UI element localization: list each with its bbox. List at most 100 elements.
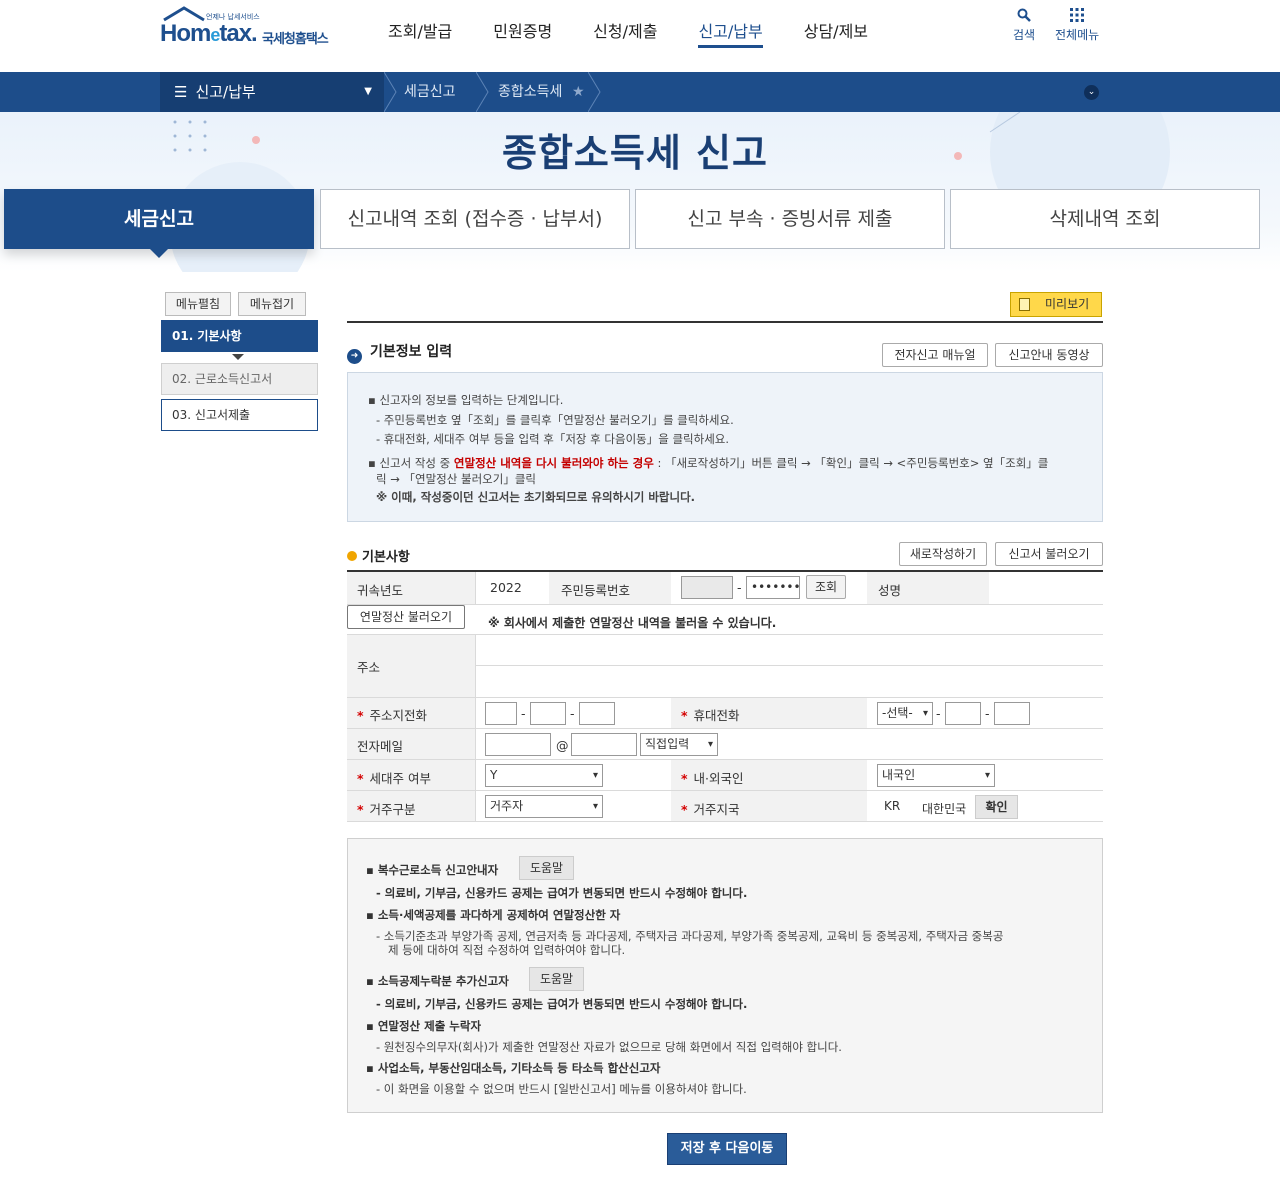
residence-label: * 거주구분 — [357, 802, 416, 817]
tab-report-history[interactable]: 신고내역 조회 (접수증 · 납부서) — [320, 189, 630, 249]
form-row-divider — [347, 821, 1103, 822]
all-menu-button[interactable]: 전체메뉴 — [1055, 8, 1099, 43]
breadcrumb-separator-icon — [588, 72, 601, 112]
page-title: 종합소득세 신고 — [502, 131, 768, 175]
load-yearend-settlement-button[interactable]: 연말정산 불러오기 — [347, 605, 465, 629]
notice-detail: 제 등에 대하여 직접 수정하여 입력하여야 합니다. — [388, 943, 626, 957]
home-phone-1-field[interactable] — [485, 702, 517, 725]
dash-label: - — [570, 706, 575, 721]
tab-bar: 세금신고 신고내역 조회 (접수증 · 납부서) 신고 부속 · 증빙서류 제출… — [4, 189, 1260, 249]
householder-label: * 세대주 여부 — [357, 771, 432, 786]
help-button-multiple-income[interactable]: 도움말 — [519, 856, 574, 880]
nav-certificates[interactable]: 민원증명 — [493, 18, 552, 48]
active-tab-pointer — [150, 249, 168, 258]
logo-subtitle: 국세청홈택스 — [262, 32, 329, 47]
householder-select[interactable]: Y ▾ — [485, 764, 603, 787]
notice-heading: ▪ 소득·세액공제를 과다하게 공제하여 연말정산한 자 — [366, 908, 621, 922]
notice-detail: - 원천징수의무자(회사)가 제출한 연말정산 자료가 없으므로 당해 화면에서… — [376, 1040, 842, 1054]
caret-down-icon: ▼ — [364, 86, 372, 97]
residence-country-label: * 거주지국 — [681, 802, 740, 817]
rrn-label: 주민등록번호 — [561, 583, 631, 598]
email-domain-field[interactable] — [571, 733, 637, 756]
breadcrumb-main-label: 신고/납부 — [195, 83, 256, 101]
rrn-dash: - — [737, 580, 742, 595]
mobile-prefix-select[interactable]: -선택- ▾ — [877, 702, 933, 725]
nav-report-pay[interactable]: 신고/납부 — [698, 18, 763, 48]
notice-detail: - 의료비, 기부금, 신용카드 공제는 급여가 변동되면 반드시 수정해야 합… — [376, 997, 748, 1011]
home-phone-2-field[interactable] — [530, 702, 566, 725]
mobile-label: * 휴대전화 — [681, 708, 740, 723]
chevron-down-icon: ▾ — [922, 708, 928, 719]
new-report-button[interactable]: 새로작성하기 — [899, 542, 987, 566]
menu-collapse-button[interactable]: 메뉴접기 — [238, 292, 306, 316]
dash-label: - — [521, 706, 526, 721]
expand-breadcrumb-icon[interactable]: ⌄ — [1084, 85, 1099, 100]
tab-tax-report[interactable]: 세금신고 — [4, 189, 314, 249]
search-button[interactable]: 검색 — [1013, 8, 1035, 43]
load-report-button[interactable]: 신고서 불러오기 — [995, 542, 1103, 566]
search-icon — [1017, 8, 1031, 22]
breadcrumb: ☰ 신고/납부 ▼ 세금신고 종합소득세 ★ ⌄ — [0, 72, 1280, 112]
all-menu-label: 전체메뉴 — [1055, 28, 1100, 42]
rrn-front-field[interactable] — [681, 576, 733, 599]
instruction-line: - 주민등록번호 옆「조회」를 클릭후「연말정산 불러오기」를 클릭하세요. — [376, 413, 734, 427]
chevron-down-icon: ▾ — [592, 801, 598, 812]
tab-deleted-history[interactable]: 삭제내역 조회 — [950, 189, 1260, 249]
form-col-divider — [475, 635, 476, 821]
instruction-box: ▪ 신고자의 정보를 입력하는 단계입니다. - 주민등록번호 옆「조회」를 클… — [347, 372, 1103, 522]
nav-consult-report[interactable]: 상담/제보 — [804, 18, 868, 48]
grid-menu-icon — [1070, 8, 1085, 22]
country-confirm-button[interactable]: 확인 — [975, 795, 1018, 819]
save-and-next-button[interactable]: 저장 후 다음이동 — [667, 1133, 787, 1165]
instruction-line: ▪ 신고서 작성 중 연말정산 내역을 다시 불러와야 하는 경우 : 「새로작… — [368, 456, 1049, 470]
email-label: 전자메일 — [357, 739, 404, 754]
tab-attachments[interactable]: 신고 부속 · 증빙서류 제출 — [635, 189, 945, 249]
residence-select[interactable]: 거주자 ▾ — [485, 795, 603, 818]
breadcrumb-item-tax-report[interactable]: 세금신고 — [404, 72, 456, 112]
chevron-down-icon: ▾ — [707, 739, 713, 750]
rrn-lookup-button[interactable]: 조회 — [806, 575, 846, 599]
notice-detail: - 의료비, 기부금, 신용카드 공제는 급여가 변동되면 반드시 수정해야 합… — [376, 886, 748, 900]
logo-wordmark: Hometax. — [160, 20, 258, 47]
step-basic-info[interactable]: 01. 기본사항 — [161, 320, 318, 352]
notice-heading: ▪ 복수근로소득 신고안내자 — [366, 863, 499, 877]
form-col-divider — [475, 572, 476, 604]
email-domain-select[interactable]: 직접입력 ▾ — [640, 733, 718, 756]
dash-label: - — [936, 706, 941, 721]
mobile-2-field[interactable] — [945, 702, 981, 725]
favorite-star-icon[interactable]: ★ — [572, 72, 585, 112]
menu-expand-button[interactable]: 메뉴펼침 — [165, 292, 231, 316]
notice-heading: ▪ 연말정산 제출 누락자 — [366, 1019, 482, 1033]
help-button-additional-report[interactable]: 도움말 — [529, 967, 584, 991]
step-submit-report[interactable]: 03. 신고서제출 — [161, 399, 318, 431]
step-earned-income-report[interactable]: 02. 근로소득신고서 — [161, 363, 318, 395]
nationality-label: * 내·외국인 — [681, 771, 744, 786]
form-row-divider — [475, 665, 1103, 666]
nationality-select[interactable]: 내국인 ▾ — [877, 764, 995, 787]
country-name: 대한민국 — [922, 802, 967, 816]
preview-button[interactable]: 미리보기 — [1010, 292, 1102, 317]
step-arrow-icon — [232, 354, 244, 360]
notice-heading: ▪ 소득공제누락분 추가신고자 — [366, 974, 509, 988]
dot-icon — [347, 551, 357, 561]
e-filing-manual-button[interactable]: 전자신고 매뉴얼 — [882, 343, 988, 367]
email-id-field[interactable] — [485, 733, 551, 756]
breadcrumb-separator-icon — [476, 72, 489, 112]
mobile-3-field[interactable] — [994, 702, 1030, 725]
nav-apply-submit[interactable]: 신청/제출 — [593, 18, 657, 48]
breadcrumb-item-income-tax[interactable]: 종합소득세 — [498, 72, 562, 112]
header: 언제나 납세서비스 Hometax. 국세청홈택스 조회/발급 민원증명 신청/… — [0, 0, 1280, 72]
dash-label: - — [985, 706, 990, 721]
search-label: 검색 — [1013, 28, 1036, 42]
guide-video-button[interactable]: 신고안내 동영상 — [995, 343, 1103, 367]
nav-lookup-issue[interactable]: 조회/발급 — [388, 18, 452, 48]
yearend-notice: ※ 회사에서 제출한 연말정산 내역을 불러올 수 있습니다. — [488, 616, 777, 630]
email-at: @ — [556, 738, 569, 753]
hamburger-icon: ☰ — [174, 83, 188, 101]
home-phone-3-field[interactable] — [579, 702, 615, 725]
breadcrumb-main-menu[interactable]: ☰ 신고/납부 ▼ — [160, 72, 384, 112]
rrn-back-field[interactable]: ••••••• — [746, 576, 801, 599]
instruction-line: - 휴대전화, 세대주 여부 등을 입력 후「저장 후 다음이동」을 클릭하세요… — [376, 432, 730, 446]
content-top-divider — [347, 321, 1103, 323]
hometax-logo[interactable]: 언제나 납세서비스 Hometax. 국세청홈택스 — [160, 6, 350, 47]
